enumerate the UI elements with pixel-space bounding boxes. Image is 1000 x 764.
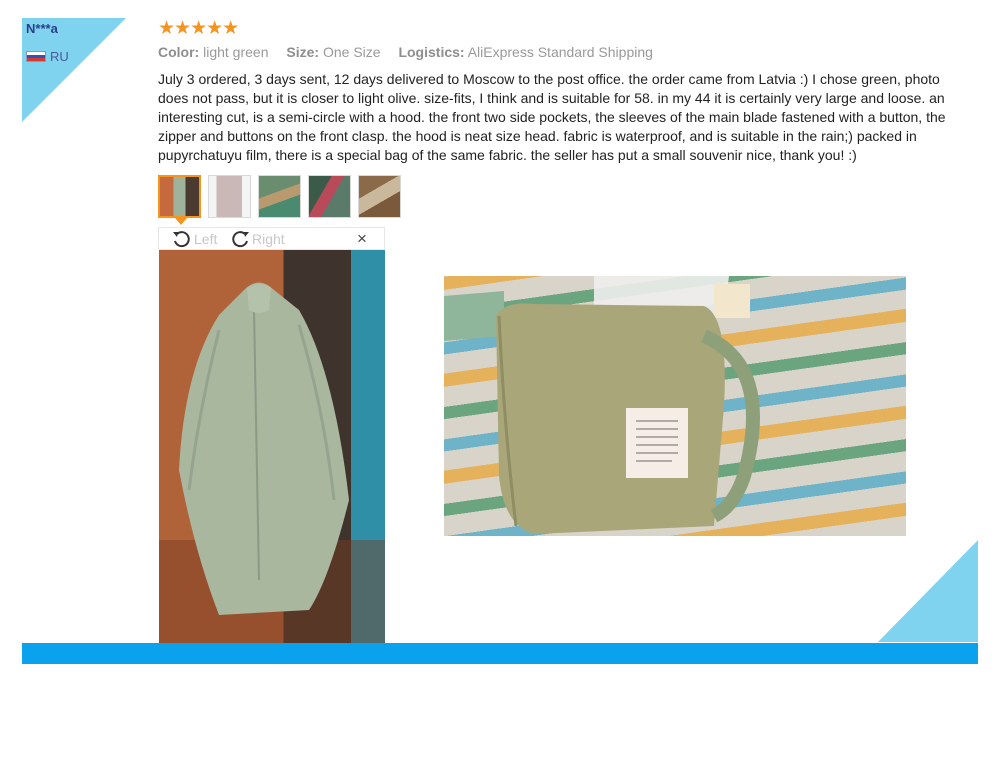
size-attribute: Size: One Size (286, 44, 381, 60)
rotate-right-icon (232, 231, 249, 248)
thumbnail-1[interactable] (158, 175, 201, 225)
reviewer-country: RU (26, 49, 69, 64)
order-attributes: Color: light green Size: One Size Logist… (158, 44, 667, 60)
review-text: July 3 ordered, 3 days sent, 12 days del… (158, 71, 946, 163)
corner-decoration-bottom-right (878, 540, 978, 642)
logistics-attribute: Logistics: AliExpress Standard Shipping (398, 44, 653, 60)
thumbnail-4[interactable] (308, 175, 351, 218)
thumbnail-3[interactable] (258, 175, 301, 218)
reviewer-name: N***a (26, 21, 58, 36)
thumbnail-5[interactable] (358, 175, 401, 218)
folded-raincoat-bag-image (444, 276, 760, 534)
flag-icon (26, 51, 46, 62)
bottom-divider-bar (22, 643, 978, 664)
rotate-right-label: Right (252, 231, 285, 247)
country-code: RU (50, 49, 69, 64)
rotate-right-button[interactable]: Right (229, 229, 285, 249)
star-rating: ★★★★★ (158, 18, 239, 39)
rotate-left-icon (173, 231, 190, 248)
thumbnail-2[interactable] (208, 175, 251, 218)
enlarged-review-photo (159, 250, 385, 643)
rotate-left-button[interactable]: Left (171, 229, 217, 249)
close-viewer-button[interactable]: × (357, 229, 367, 249)
rotate-left-label: Left (194, 231, 218, 247)
color-attribute: Color: light green (158, 44, 269, 60)
photo-thumbnails (158, 175, 401, 225)
package-review-photo (444, 276, 906, 536)
image-viewer-toolbar: Left Right × (158, 227, 385, 250)
raincoat-on-door-image (159, 282, 385, 643)
